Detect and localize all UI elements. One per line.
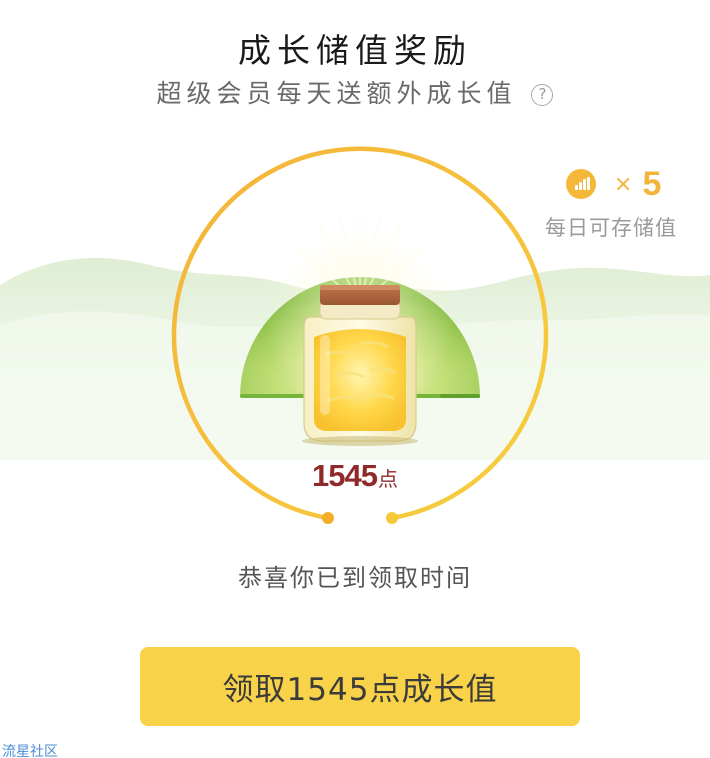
coin-signal-icon [566, 169, 596, 199]
daily-multiplier-badge: × 5 [566, 165, 661, 203]
stored-points-unit: 点 [377, 467, 398, 491]
watermark: 流星社区 [2, 744, 58, 758]
daily-storage-label: 每日可存储值 [545, 216, 677, 240]
storage-jar-illustration [240, 213, 480, 446]
daily-multiplier-value: 5 [642, 164, 662, 203]
stored-points: 1545点 [0, 458, 710, 494]
claim-status-text: 恭喜你已到领取时间 [238, 564, 472, 592]
stored-points-value: 1545 [312, 458, 378, 493]
multiply-symbol: × [614, 171, 633, 197]
claim-growth-points-button[interactable]: 领取1545点成长值 [140, 647, 580, 726]
